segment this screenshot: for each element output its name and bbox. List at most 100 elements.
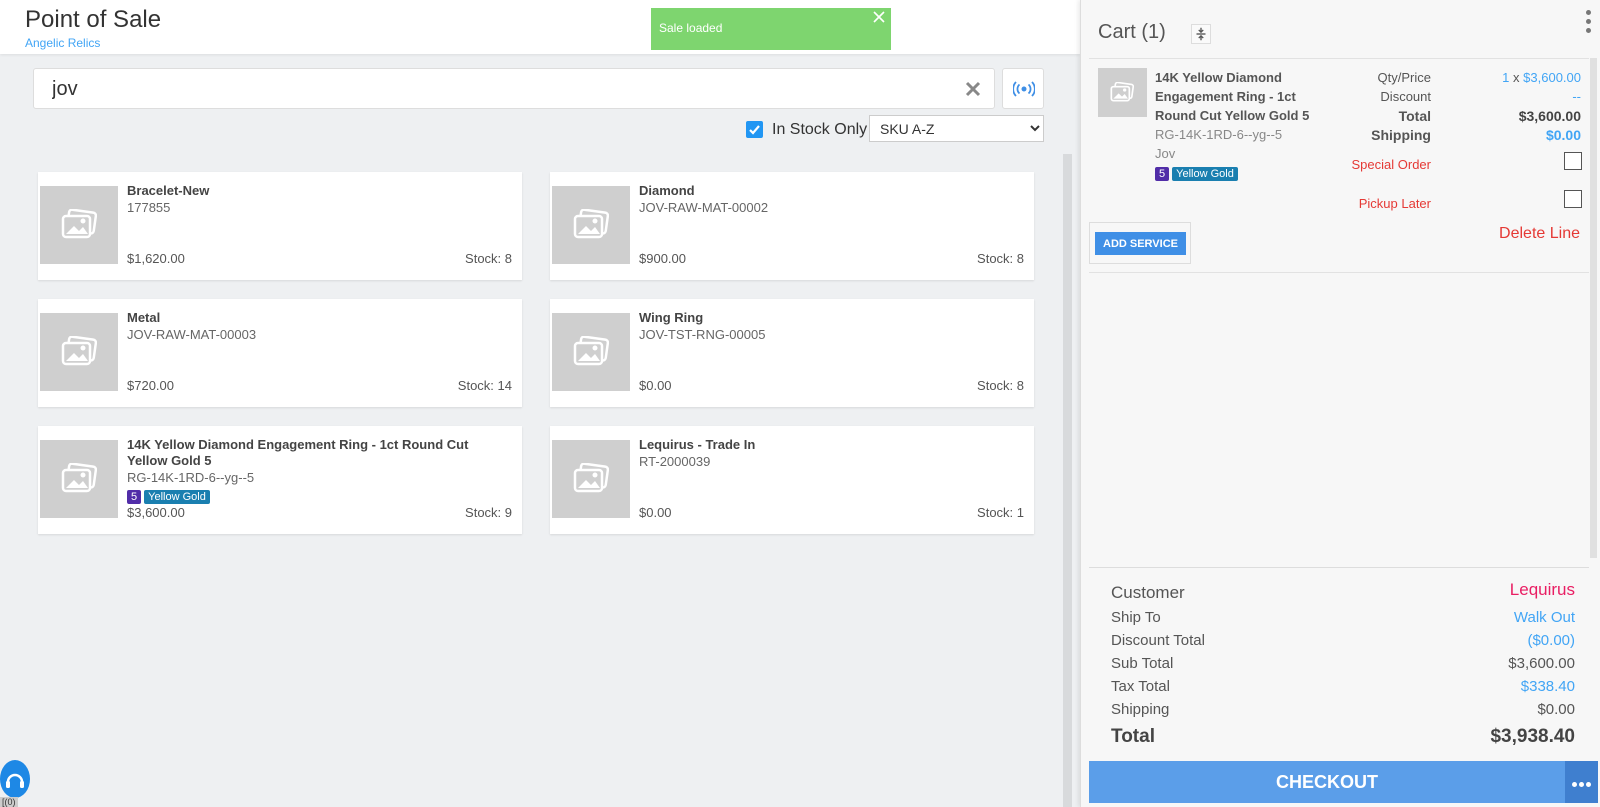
clear-search-icon[interactable] [964, 80, 982, 98]
sort-select[interactable]: SKU A-Z [869, 115, 1044, 142]
size-badge: 5 [1155, 167, 1170, 181]
image-placeholder-icon [573, 209, 609, 239]
line-item-sku: RG-14K-1RD-6--yg--5 [1155, 127, 1283, 142]
discount-label: Discount [1380, 89, 1431, 104]
product-card[interactable]: Lequirus - Trade In RT-2000039 $0.00 Sto… [550, 426, 1034, 534]
collapse-icon [1196, 27, 1206, 41]
broadcast-icon [1013, 81, 1035, 97]
tax-total-value[interactable]: $338.40 [1521, 678, 1575, 695]
sub-total-value: $3,600.00 [1508, 655, 1575, 672]
product-stock: Stock: 8 [977, 251, 1024, 266]
product-name: Wing Ring [639, 310, 704, 325]
product-name: Diamond [639, 183, 695, 198]
shipping-value: $0.00 [1537, 701, 1575, 718]
close-icon[interactable] [871, 9, 887, 25]
product-card[interactable]: Metal JOV-RAW-MAT-00003 $720.00 Stock: 1… [38, 299, 522, 407]
grand-total-label: Total [1111, 726, 1155, 747]
unit-price-value: $3,600.00 [1523, 70, 1581, 85]
divider [1089, 272, 1589, 273]
line-total-value: $3,600.00 [1518, 108, 1581, 124]
store-name-link[interactable]: Angelic Relics [25, 36, 100, 50]
qty-price-value[interactable]: 1 x $3,600.00 [1441, 70, 1581, 85]
image-placeholder-icon [1110, 82, 1134, 102]
product-price: $1,620.00 [127, 251, 185, 266]
customer-value[interactable]: Lequirus [1510, 580, 1575, 600]
help-widget-tag: [(0) [0, 797, 18, 807]
product-thumbnail [40, 186, 118, 264]
checkout-button[interactable]: CHECKOUT [1089, 761, 1565, 803]
product-stock: Stock: 8 [977, 378, 1024, 393]
help-widget-icon[interactable] [0, 760, 30, 798]
qty-value: 1 [1502, 70, 1510, 85]
special-order-checkbox[interactable] [1564, 152, 1582, 170]
sub-total-label: Sub Total [1111, 655, 1174, 672]
product-card[interactable]: Diamond JOV-RAW-MAT-00002 $900.00 Stock:… [550, 172, 1034, 280]
product-thumbnail [552, 186, 630, 264]
scan-button[interactable] [1002, 68, 1044, 109]
line-variant-badges: 5 Yellow Gold [1155, 164, 1238, 182]
add-service-button[interactable]: ADD SERVICE [1095, 232, 1186, 255]
cart-menu-icon[interactable] [1586, 10, 1592, 38]
checkmark-icon [749, 125, 760, 135]
in-stock-checkbox[interactable] [746, 121, 763, 138]
image-placeholder-icon [61, 463, 97, 493]
product-stock: Stock: 1 [977, 505, 1024, 520]
ship-to-label: Ship To [1111, 609, 1161, 626]
add-service-container: ADD SERVICE [1089, 222, 1191, 264]
ship-to-value[interactable]: Walk Out [1514, 609, 1575, 626]
checkout-more-button[interactable] [1565, 761, 1598, 803]
product-thumbnail [552, 440, 630, 518]
image-placeholder-icon [573, 463, 609, 493]
cart-scrollbar[interactable] [1590, 58, 1597, 558]
discount-total-label: Discount Total [1111, 632, 1205, 649]
product-thumbnail [40, 313, 118, 391]
line-item-name: 14K Yellow Diamond Engagement Ring - 1ct… [1155, 70, 1310, 123]
discount-value[interactable]: -- [1441, 89, 1581, 104]
size-badge: 5 [127, 490, 142, 504]
delete-line-link[interactable]: Delete Line [1499, 225, 1580, 243]
headset-icon [6, 773, 24, 788]
product-stock: Stock: 14 [457, 378, 512, 393]
product-thumbnail [552, 313, 630, 391]
metal-color-badge: Yellow Gold [144, 490, 210, 504]
product-sku: JOV-TST-RNG-00005 [639, 327, 766, 342]
product-price: $900.00 [639, 251, 686, 266]
product-variant-badges: 5 Yellow Gold [127, 487, 210, 505]
pickup-later-checkbox[interactable] [1564, 190, 1582, 208]
page-title: Point of Sale [25, 6, 162, 33]
product-list-scrollbar[interactable] [1063, 154, 1072, 807]
pickup-later-label: Pickup Later [1358, 196, 1431, 211]
product-stock: Stock: 9 [465, 505, 512, 520]
qty-separator: x [1513, 70, 1520, 85]
divider [1089, 58, 1589, 59]
product-card[interactable]: 14K Yellow Diamond Engagement Ring - 1ct… [38, 426, 522, 534]
in-stock-label: In Stock Only [772, 121, 868, 138]
image-placeholder-icon [61, 209, 97, 239]
image-placeholder-icon [61, 336, 97, 366]
grand-total-value: $3,938.40 [1490, 726, 1575, 747]
page-header: Point of Sale Angelic Relics [0, 0, 1080, 54]
search-input[interactable] [52, 75, 932, 103]
tax-total-label: Tax Total [1111, 678, 1170, 695]
product-sku: 177855 [127, 200, 171, 215]
customer-label: Customer [1111, 583, 1185, 602]
special-order-label: Special Order [1351, 157, 1431, 172]
image-placeholder-icon [573, 336, 609, 366]
line-shipping-value[interactable]: $0.00 [1441, 127, 1581, 143]
product-price: $720.00 [127, 378, 174, 393]
product-name: 14K Yellow Diamond Engagement Ring - 1ct… [127, 437, 469, 468]
product-search [33, 68, 995, 109]
cart-title: Cart (1) [1098, 21, 1166, 43]
product-card[interactable]: Bracelet-New 177855 $1,620.00 Stock: 8 [38, 172, 522, 280]
product-sku: JOV-RAW-MAT-00002 [639, 200, 769, 215]
collapse-toggle[interactable] [1191, 24, 1211, 44]
product-card[interactable]: Wing Ring JOV-TST-RNG-00005 $0.00 Stock:… [550, 299, 1034, 407]
product-name: Lequirus - Trade In [639, 437, 756, 452]
product-sku: RT-2000039 [639, 454, 711, 469]
product-sku: RG-14K-1RD-6--yg--5 [127, 470, 255, 485]
discount-total-value[interactable]: ($0.00) [1527, 632, 1575, 649]
line-thumbnail [1098, 68, 1147, 117]
product-price: $0.00 [639, 505, 672, 520]
shipping-label: Shipping [1111, 701, 1170, 718]
line-shipping-label: Shipping [1371, 127, 1431, 143]
